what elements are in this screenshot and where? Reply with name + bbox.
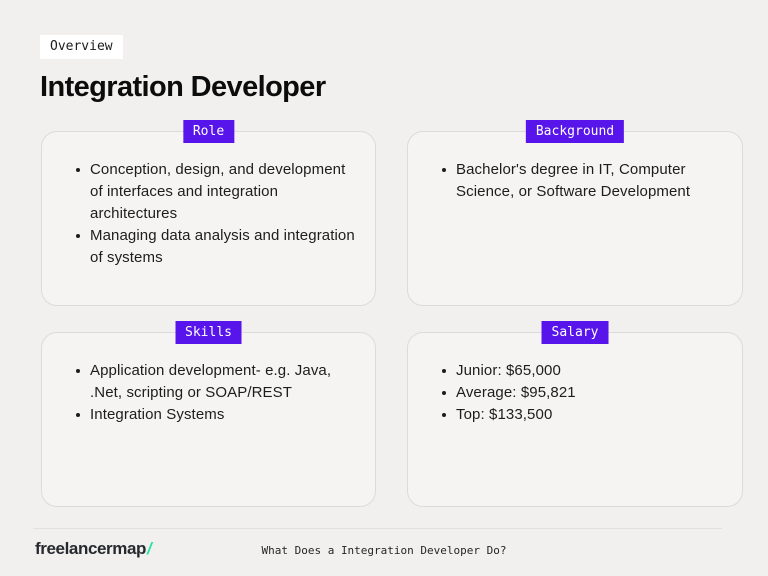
list-item: Top: $133,500: [442, 404, 724, 426]
card-role-list: Conception, design, and development of i…: [42, 159, 375, 269]
card-background: Background Bachelor's degree in IT, Comp…: [407, 120, 743, 306]
page-title: Integration Developer: [40, 71, 326, 103]
list-item: Bachelor's degree in IT, Computer Scienc…: [442, 159, 724, 203]
card-background-list: Bachelor's degree in IT, Computer Scienc…: [408, 159, 742, 203]
card-background-label: Background: [525, 120, 625, 143]
header: Overview Integration Developer: [40, 35, 326, 104]
cards-grid: Role Conception, design, and development…: [41, 120, 743, 507]
overview-badge: Overview: [40, 35, 123, 59]
footer-divider: [33, 528, 722, 529]
card-skills-list: Application development- e.g. Java, .Net…: [42, 360, 375, 426]
list-item: Integration Systems: [76, 404, 357, 426]
card-salary: Salary Junior: $65,000 Average: $95,821 …: [407, 321, 743, 507]
card-salary-label: Salary: [541, 321, 609, 344]
list-item: Junior: $65,000: [442, 360, 724, 382]
list-item: Managing data analysis and integration o…: [76, 225, 357, 269]
card-skills-label: Skills: [175, 321, 242, 344]
card-role: Role Conception, design, and development…: [41, 120, 376, 306]
card-role-label: Role: [182, 120, 235, 143]
card-salary-list: Junior: $65,000 Average: $95,821 Top: $1…: [408, 360, 742, 426]
list-item: Average: $95,821: [442, 382, 724, 404]
footer-caption: What Does a Integration Developer Do?: [261, 544, 507, 557]
list-item: Conception, design, and development of i…: [76, 159, 357, 225]
card-skills: Skills Application development- e.g. Jav…: [41, 321, 376, 507]
list-item: Application development- e.g. Java, .Net…: [76, 360, 357, 404]
slide-page: Overview Integration Developer Role Conc…: [0, 0, 768, 576]
